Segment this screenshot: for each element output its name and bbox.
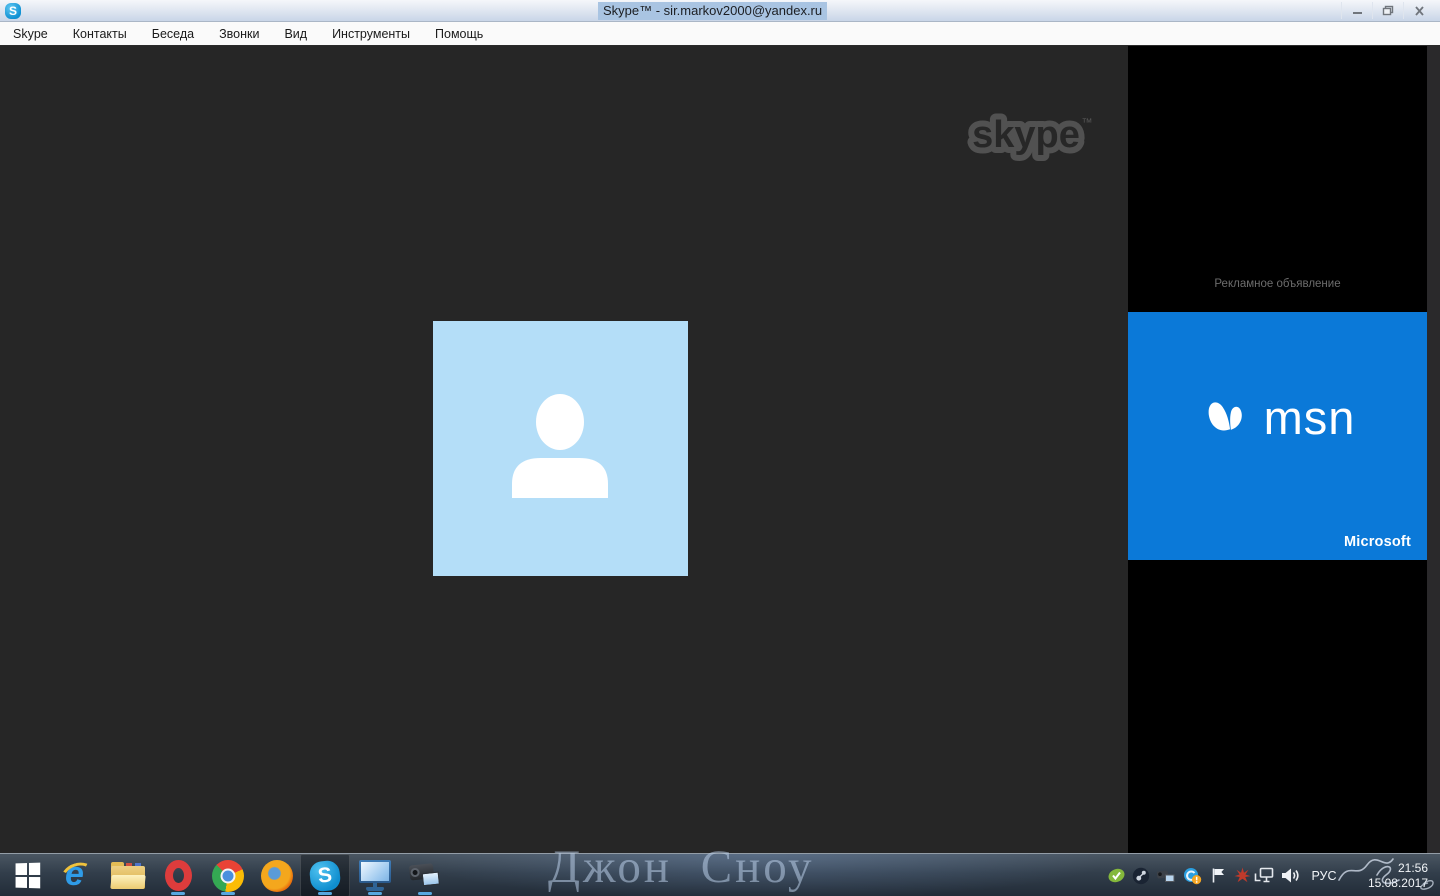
taskbar-internet-explorer[interactable]: e <box>53 854 103 896</box>
tray-antivirus-ok[interactable] <box>1104 854 1128 896</box>
tray-screen-recorder[interactable] <box>1154 854 1178 896</box>
tray-network[interactable] <box>1252 854 1276 896</box>
running-indicator <box>318 892 332 895</box>
menu-skype[interactable]: Skype <box>13 27 48 41</box>
skype-logo-text: skype <box>972 114 1080 156</box>
restore-icon <box>1382 5 1394 16</box>
internet-explorer-icon: e <box>61 859 95 893</box>
ad-label: Рекламное объявление <box>1128 278 1427 290</box>
running-indicator <box>418 892 432 895</box>
network-icon <box>1254 867 1275 884</box>
skype-app-icon: S <box>5 3 21 19</box>
minimize-icon <box>1352 6 1363 15</box>
chrome-icon <box>212 860 244 892</box>
taskbar-chrome[interactable] <box>203 854 253 896</box>
opera-icon <box>165 860 192 891</box>
menu-tools[interactable]: Инструменты <box>332 27 410 41</box>
taskbar: e S <box>0 853 1440 896</box>
taskbar-display[interactable] <box>350 854 400 896</box>
menu-view[interactable]: Вид <box>284 27 307 41</box>
restore-button[interactable] <box>1372 2 1403 19</box>
taskbar-file-explorer[interactable] <box>103 854 153 896</box>
main-content-area: skype ™ Рекламное объявление msn <box>0 46 1440 853</box>
desktop-screen: S Skype™ - sir.markov2000@yandex.ru Skyp… <box>0 0 1440 896</box>
tray-protection-alert[interactable] <box>1180 854 1204 896</box>
language-indicator[interactable]: РУС <box>1303 854 1345 896</box>
msn-logo-text: msn <box>1264 394 1356 441</box>
menu-calls[interactable]: Звонки <box>219 27 259 41</box>
folder-icon <box>111 862 145 889</box>
tray-steam[interactable] <box>1129 854 1153 896</box>
taskbar-firefox[interactable] <box>252 854 302 896</box>
person-icon <box>433 321 688 576</box>
skype-logo-watermark: skype ™ <box>966 106 1098 167</box>
steam-icon <box>1132 867 1150 885</box>
menu-bar: Skype Контакты Беседа Звонки Вид Инструм… <box>0 22 1440 46</box>
tray-volume[interactable] <box>1278 854 1302 896</box>
window-title: Skype™ - sir.markov2000@yandex.ru <box>598 2 827 20</box>
running-indicator <box>171 892 185 895</box>
running-indicator <box>368 892 382 895</box>
monitor-icon <box>358 860 392 892</box>
microsoft-logo-text: Microsoft <box>1344 534 1411 550</box>
skype-logo-tm: ™ <box>1082 117 1093 129</box>
antivirus-ok-icon <box>1107 867 1126 884</box>
clock-date: 15.08.2017 <box>1368 876 1428 891</box>
firefox-icon <box>261 860 293 892</box>
menu-conversation[interactable]: Беседа <box>152 27 194 41</box>
menu-contacts[interactable]: Контакты <box>73 27 127 41</box>
msn-ad-banner[interactable]: msn Microsoft <box>1128 312 1427 560</box>
malware-alert-icon <box>1234 867 1251 884</box>
window-titlebar: S Skype™ - sir.markov2000@yandex.ru <box>0 0 1440 22</box>
windows-logo-icon <box>15 863 40 889</box>
msn-butterfly-icon <box>1200 390 1254 444</box>
taskbar-glass-glow <box>420 854 1100 896</box>
tray-action-center[interactable] <box>1206 854 1230 896</box>
avatar-placeholder <box>433 321 688 576</box>
clock[interactable]: 21:56 15.08.2017 <box>1348 854 1432 896</box>
screen-recorder-icon <box>1156 868 1176 884</box>
clock-time: 21:56 <box>1398 861 1428 876</box>
protection-alert-icon <box>1183 867 1202 885</box>
taskbar-skype[interactable]: S <box>300 854 350 896</box>
skype-icon: S <box>309 859 342 892</box>
tray-malware-alert[interactable] <box>1230 854 1254 896</box>
close-button[interactable] <box>1403 2 1434 19</box>
running-indicator <box>221 892 235 895</box>
ad-panel: Рекламное объявление msn Microsoft <box>1128 46 1427 853</box>
menu-help[interactable]: Помощь <box>435 27 483 41</box>
right-edge-strip <box>1427 46 1440 853</box>
start-button[interactable] <box>0 854 54 896</box>
speaker-icon <box>1280 867 1300 884</box>
flag-icon <box>1210 867 1227 884</box>
close-icon <box>1414 6 1425 16</box>
minimize-button[interactable] <box>1341 2 1372 19</box>
window-controls <box>1341 2 1434 19</box>
taskbar-opera[interactable] <box>153 854 203 896</box>
taskbar-video-camera[interactable] <box>400 854 450 896</box>
video-camera-icon <box>407 860 444 891</box>
